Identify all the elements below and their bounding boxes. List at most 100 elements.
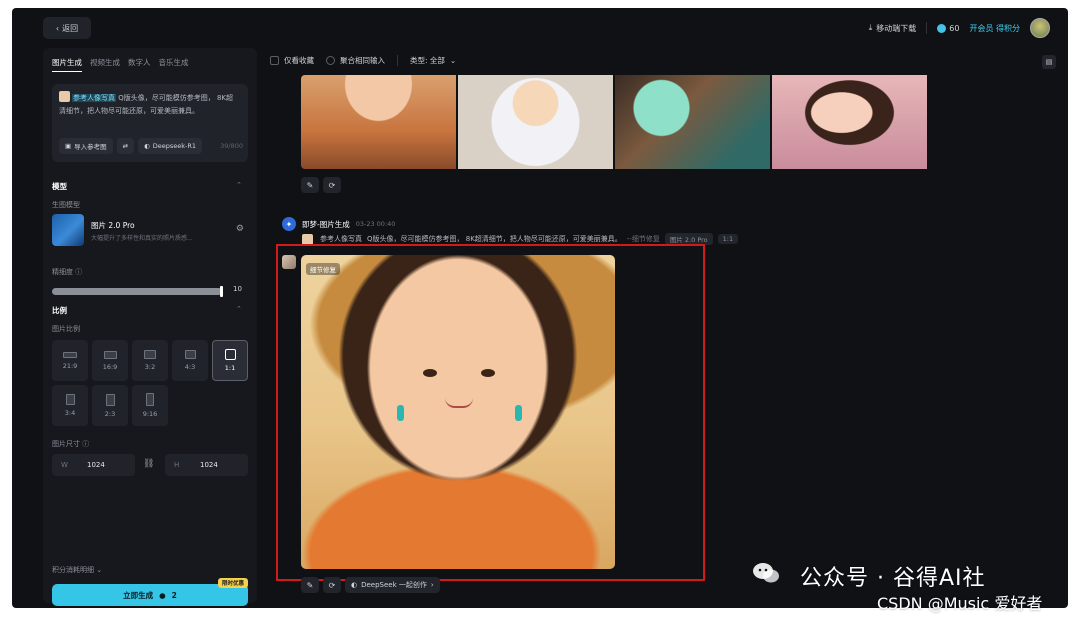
layout-toggle-icon[interactable]: ▤ [1042,55,1056,69]
download-icon: ⤓ [868,23,873,32]
tab-music[interactable]: 音乐生成 [159,57,189,72]
result-image[interactable] [458,75,613,169]
model-thumbnail [52,214,84,246]
settings-sliders-icon[interactable]: ⚙ [236,224,244,234]
chevron-up-icon[interactable]: ⌃ [236,305,242,313]
info-icon: ⓘ [82,440,90,448]
tab-image[interactable]: 图片生成 [52,57,82,72]
wechat-icon [753,563,779,583]
ratio-4-3[interactable]: 4:3 [172,340,208,381]
type-filter-dropdown[interactable]: 类型: 全部 ⌄ [410,55,456,66]
ratio-label: 21:9 [62,361,78,370]
width-value[interactable]: 1024 [87,461,105,469]
portrait-smile [445,398,473,408]
link-icon[interactable]: ⛓ [143,459,154,469]
regenerate-button[interactable]: ⟳ [323,177,341,193]
deepseek-create-label: DeepSeek 一起创作 [361,581,427,589]
generate-button[interactable]: 立即生成 ● 2 限时优惠 [52,578,248,606]
size-sub-label: 图片尺寸 [52,440,80,448]
tab-digital-human[interactable]: 数字人 [128,57,151,72]
vip-link[interactable]: 开会员 得积分 [969,23,1020,34]
fineness-value: 10 [233,285,242,293]
ratio-2-3[interactable]: 2:3 [92,385,128,426]
model-name: 图片 2.0 Pro [91,221,135,230]
user-avatar[interactable] [1030,18,1050,38]
whale-icon: ◐ [351,581,358,589]
jimeng-logo-icon: ✦ [282,217,296,231]
char-count: 39/800 [220,142,243,150]
ratio-16-9[interactable]: 16:9 [92,340,128,381]
divider [397,54,398,66]
height-value[interactable]: 1024 [200,461,218,469]
ratio-21-9[interactable]: 21:9 [52,340,88,381]
regenerate-button[interactable]: ⟳ [323,577,341,593]
fineness-slider[interactable] [52,286,223,297]
generate-label: 立即生成 [123,590,154,600]
edit-button[interactable]: ✎ [301,577,319,593]
watermark-csdn: CSDN @Music 爱好者 [877,594,1043,613]
ratio-9-16[interactable]: 9:16 [132,385,168,426]
back-label: 返回 [62,23,79,33]
portrait-eye [481,369,495,377]
result-image[interactable] [772,75,927,169]
generation-sidebar: 图片生成 视频生成 数字人 音乐生成 参考人像写真 Q版头像，尽可能模仿参考图，… [43,48,257,606]
top-right-actions: ⤓ 移动端下载 60 开会员 得积分 [869,18,1050,38]
refresh-icon: ⟳ [328,580,336,590]
tab-video[interactable]: 视频生成 [90,57,120,72]
divider [926,22,928,34]
ratio-3-2[interactable]: 3:2 [132,340,168,381]
checkbox[interactable] [270,55,279,65]
swap-icon: ⇄ [122,142,129,150]
result-image[interactable] [615,75,770,169]
swap-button[interactable]: ⇄ [116,138,135,154]
reference-tag[interactable]: 参考人像写真 [72,94,116,102]
width-label: W [61,461,68,469]
promo-badge: 限时优惠 [217,578,248,588]
ratio-shape-icon [146,393,154,406]
deepseek-create-button[interactable]: ◐ DeepSeek 一起创作 › [345,577,440,593]
prompt-input[interactable]: 参考人像写真 Q版头像，尽可能模仿参考图， 8K超清细节，把人物尽可能还原，可爱… [52,84,248,162]
model-desc: 大幅提升了多样性和真实的照片质感... [91,235,193,242]
deepseek-button[interactable]: ◐ Deepseek-R1 [138,138,203,154]
credit-detail-link[interactable]: 积分消耗明细 ⌄ [52,565,102,575]
app-window: ‹ 返回 ⤓ 移动端下载 60 开会员 得积分 图片生成 视频生成 数字人 音乐… [12,8,1068,608]
whale-icon: ◐ [144,142,150,150]
ratio-label: 3:2 [144,363,156,371]
type-filter-label: 类型: 全部 [410,55,445,65]
detail-tag: --细节修复 [626,235,660,243]
generated-image[interactable]: 细节修复 [301,255,615,569]
portrait-earring [515,405,522,421]
import-reference-button[interactable]: ▣ 导入参考图 [59,138,113,154]
model-selector[interactable]: 图片 2.0 Pro 大幅提升了多样性和真实的照片质感... ⚙ [52,214,248,248]
coin-icon: ● [159,590,166,600]
ratio-sub-label: 图片比例 [52,325,80,333]
portrait-eye [423,369,437,377]
back-button[interactable]: ‹ 返回 [43,17,91,39]
height-field[interactable]: H 1024 [165,454,248,476]
ratio-label: 4:3 [184,363,196,371]
width-field[interactable]: W 1024 [52,454,135,476]
ratio-shape-icon [65,394,75,405]
favorites-filter[interactable]: 仅看收藏 [270,55,314,66]
ratio-3-4[interactable]: 3:4 [52,385,88,426]
reference-label: 参考人像写真 [320,235,362,243]
ratio-label: 2:3 [104,409,116,418]
model-section-title: 模型 [52,182,67,191]
favorites-label: 仅看收藏 [284,55,314,65]
filter-bar: 仅看收藏 聚合相同输入 类型: 全部 ⌄ [262,48,1050,72]
toggle[interactable] [326,55,335,65]
ratio-label: 16:9 [102,362,118,371]
ratio-1-1[interactable]: 1:1 [212,340,248,381]
chevron-up-icon[interactable]: ⌃ [236,181,242,189]
reference-thumbnail [59,91,70,102]
credit-balance[interactable]: 60 [937,23,959,33]
mobile-download-link[interactable]: ⤓ 移动端下载 [869,23,917,34]
slider-handle[interactable] [220,286,223,297]
pencil-icon: ✎ [306,180,314,190]
ratio-label: 3:4 [64,409,76,417]
edit-button[interactable]: ✎ [301,177,319,193]
prompt-text[interactable]: 参考人像写真 Q版头像，尽可能模仿参考图， 8K超清细节，把人物尽可能还原，可爱… [59,91,239,117]
merge-filter[interactable]: 聚合相同输入 [326,55,385,66]
ratio-grid: 21:9 16:9 3:2 4:3 1:1 3:4 2:3 9:16 [52,340,248,426]
result-image[interactable] [301,75,456,169]
